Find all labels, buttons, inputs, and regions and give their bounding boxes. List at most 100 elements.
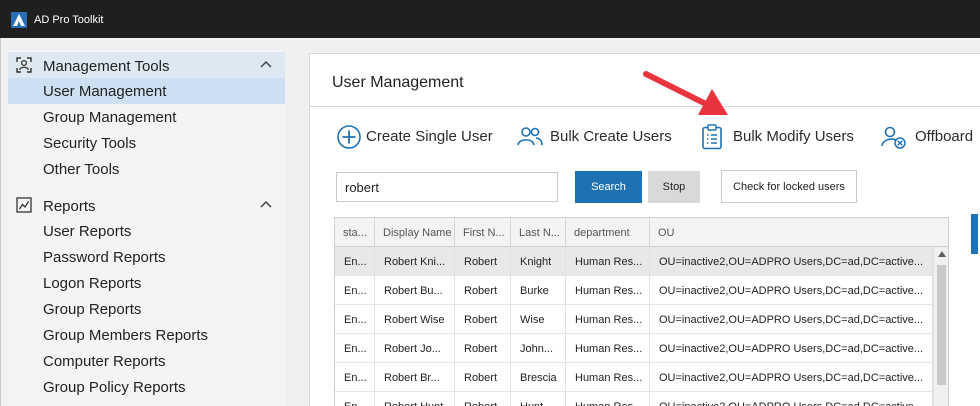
cell-display-name: Robert Kni... (375, 247, 455, 276)
section-reports[interactable]: Reports (8, 192, 285, 218)
sidebar-item-other-tools[interactable]: Other Tools (8, 156, 285, 182)
sidebar-item-group-management[interactable]: Group Management (8, 104, 285, 130)
cell-ou: OU=inactive2,OU=ADPRO Users,DC=ad,DC=act… (650, 392, 933, 406)
check-locked-users-button[interactable]: Check for locked users (721, 170, 857, 203)
side-panel-accent (971, 214, 978, 254)
cell-ou: OU=inactive2,OU=ADPRO Users,DC=ad,DC=act… (650, 305, 933, 334)
users-icon (517, 127, 543, 146)
cell-last-name: John... (511, 334, 566, 363)
search-button[interactable]: Search (575, 171, 642, 203)
section-label: Management Tools (43, 58, 170, 75)
table-row[interactable]: En... Robert Kni... Robert Knight Human … (335, 247, 933, 276)
app-title: AD Pro Toolkit (34, 14, 104, 26)
column-header-first-name[interactable]: First N... (455, 218, 511, 247)
vertical-scrollbar[interactable] (933, 247, 948, 406)
column-header-ou[interactable]: OU (650, 218, 948, 247)
sidebar-item-label: Password Reports (43, 249, 166, 266)
sidebar-item-user-management[interactable]: User Management (8, 78, 285, 104)
cell-status: En... (335, 247, 375, 276)
sidebar-item-logon-reports[interactable]: Logon Reports (8, 270, 285, 296)
column-header-display-name[interactable]: Display Name (375, 218, 455, 247)
cell-first-name: Robert (455, 334, 511, 363)
cell-last-name: Brescia (511, 363, 566, 392)
cell-first-name: Robert (455, 305, 511, 334)
scrollbar-thumb[interactable] (937, 265, 946, 385)
page-title: User Management (332, 74, 464, 91)
column-header-department[interactable]: department (566, 218, 650, 247)
table-row[interactable]: En... Robert Br... Robert Brescia Human … (335, 363, 933, 392)
cell-department: Human Res... (566, 363, 650, 392)
sidebar-item-label: Group Members Reports (43, 327, 209, 344)
user-remove-icon (881, 126, 906, 149)
cell-department: Human Res... (566, 334, 650, 363)
table-row[interactable]: En... Robert Bu... Robert Burke Human Re… (335, 276, 933, 305)
cell-department: Human Res... (566, 247, 650, 276)
cell-status: En... (335, 392, 375, 406)
cell-ou: OU=inactive2,OU=ADPRO Users,DC=ad,DC=act… (650, 276, 933, 305)
action-label: Create Single User (366, 128, 493, 145)
stop-button[interactable]: Stop (648, 171, 700, 203)
scroll-up-arrow-icon[interactable] (938, 251, 946, 257)
cell-display-name: Robert Jo... (375, 334, 455, 363)
sidebar-item-security-tools[interactable]: Security Tools (8, 130, 285, 156)
user-management-icon (16, 57, 32, 73)
sidebar-item-user-reports[interactable]: User Reports (8, 218, 285, 244)
sidebar-item-label: User Reports (43, 223, 132, 240)
table-row[interactable]: En... Robert Wise Robert Wise Human Res.… (335, 305, 933, 334)
action-label: Offboard (915, 128, 974, 145)
add-circle-icon (337, 125, 361, 149)
table-row[interactable]: En... Robert Hunt Robert Hunt Human Res.… (335, 392, 933, 406)
app-logo-icon (11, 12, 27, 28)
cell-department: Human Res... (566, 392, 650, 406)
section-management-tools[interactable]: Management Tools (8, 52, 285, 78)
sidebar-item-label: Group Policy Reports (43, 379, 186, 396)
search-input[interactable] (336, 172, 558, 202)
action-label: Bulk Modify Users (733, 128, 854, 145)
sidebar-item-computer-reports[interactable]: Computer Reports (8, 348, 285, 374)
sidebar-item-group-members-reports[interactable]: Group Members Reports (8, 322, 285, 348)
cell-display-name: Robert Br... (375, 363, 455, 392)
cell-first-name: Robert (455, 247, 511, 276)
sidebar-item-label: Group Reports (43, 301, 142, 318)
chevron-up-icon[interactable] (259, 58, 273, 72)
chevron-up-icon[interactable] (259, 198, 273, 212)
section-label: Reports (43, 198, 96, 215)
sidebar-item-label: Security Tools (43, 135, 137, 152)
cell-first-name: Robert (455, 363, 511, 392)
cell-first-name: Robert (455, 392, 511, 406)
cell-ou: OU=inactive2,OU=ADPRO Users,DC=ad,DC=act… (650, 363, 933, 392)
sidebar-item-label: Logon Reports (43, 275, 142, 292)
sidebar-item-label: Computer Reports (43, 353, 166, 370)
cell-status: En... (335, 363, 375, 392)
cell-display-name: Robert Wise (375, 305, 455, 334)
cell-last-name: Knight (511, 247, 566, 276)
action-label: Bulk Create Users (550, 128, 672, 145)
column-header-last-name[interactable]: Last N... (511, 218, 566, 247)
sidebar-item-label: Group Management (43, 109, 177, 126)
divider (310, 106, 980, 107)
cell-ou: OU=inactive2,OU=ADPRO Users,DC=ad,DC=act… (650, 247, 933, 276)
sidebar: Management Tools User Management Group M… (8, 50, 285, 406)
cell-status: En... (335, 305, 375, 334)
results-grid: sta... Display Name First N... Last N...… (334, 217, 949, 406)
create-single-user-button[interactable]: Create Single User (336, 124, 496, 150)
cell-department: Human Res... (566, 276, 650, 305)
column-header-status[interactable]: sta... (335, 218, 375, 247)
bulk-modify-users-button[interactable]: Bulk Modify Users (700, 124, 860, 150)
offboard-button[interactable]: Offboard (880, 124, 980, 150)
sidebar-item-label: User Management (43, 83, 167, 100)
cell-display-name: Robert Hunt (375, 392, 455, 406)
bulk-create-users-button[interactable]: Bulk Create Users (516, 124, 676, 150)
cell-last-name: Wise (511, 305, 566, 334)
cell-department: Human Res... (566, 305, 650, 334)
table-row[interactable]: En... Robert Jo... Robert John... Human … (335, 334, 933, 363)
cell-status: En... (335, 276, 375, 305)
sidebar-item-group-reports[interactable]: Group Reports (8, 296, 285, 322)
cell-status: En... (335, 334, 375, 363)
cell-last-name: Burke (511, 276, 566, 305)
cell-last-name: Hunt (511, 392, 566, 406)
sidebar-item-password-reports[interactable]: Password Reports (8, 244, 285, 270)
sidebar-item-label: Other Tools (43, 161, 120, 178)
title-bar: AD Pro Toolkit (0, 0, 980, 38)
sidebar-item-group-policy-reports[interactable]: Group Policy Reports (8, 374, 285, 400)
